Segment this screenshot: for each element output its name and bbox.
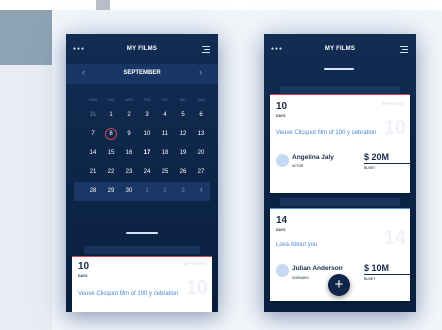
calendar-day[interactable]: 23 [120, 163, 138, 182]
calendar-day[interactable]: 16 [120, 144, 138, 163]
calendar-screen: ●●● MY FILMS ‹ SEPTEMBER › MON TUE WED THU F… [66, 34, 218, 312]
calendar-day[interactable]: 1 [102, 106, 120, 125]
calendar-day[interactable]: 28 [84, 182, 102, 201]
calendar-day[interactable]: 5 [174, 106, 192, 125]
calendar-day[interactable]: 2 [156, 182, 174, 201]
add-film-button[interactable]: + [328, 274, 350, 296]
days-label: DAYS [276, 228, 286, 232]
backdrop-grey-block [96, 0, 110, 10]
calendar-grid: 31 1 2 3 4 5 6 7 8 9 10 11 12 13 14 15 16 17 18 19 20 21 22 23 2… [84, 106, 210, 201]
filter-icon[interactable] [202, 46, 210, 53]
month-selector: ‹ SEPTEMBER › [66, 64, 218, 84]
days-watermark: 14 [383, 227, 406, 249]
calendar-day[interactable]: 26 [174, 163, 192, 182]
budget-amount: $ 10M [364, 263, 390, 273]
films-list-screen: ●●● MY FILMS 10 DAYS APPROVED 10 Veuve C… [264, 34, 416, 312]
screen-title: MY FILMS [324, 46, 356, 52]
status-badge: APPROVED [184, 262, 206, 266]
calendar-day[interactable]: 4 [156, 106, 174, 125]
calendar-day[interactable]: 4 [192, 182, 210, 201]
month-label: SEPTEMBER [123, 70, 161, 76]
stacked-card-shadow [84, 246, 200, 254]
stacked-card-shadow [280, 86, 400, 94]
days-count: 10 [78, 261, 90, 272]
calendar-day[interactable]: 29 [102, 182, 120, 201]
weekday-label: SUN [197, 98, 205, 102]
calendar-day[interactable]: 10 [138, 125, 156, 144]
weekday-label: TUE [107, 98, 115, 102]
days-watermark: 10 [383, 117, 406, 139]
weekday-label: MON [88, 98, 98, 102]
app-header: ●●● MY FILMS [264, 34, 416, 64]
calendar-day[interactable]: 9 [120, 125, 138, 144]
weekday-label: SAT [179, 98, 187, 102]
drag-handle[interactable] [324, 68, 354, 70]
weekday-label: FRI [162, 98, 168, 102]
calendar-day[interactable]: 19 [174, 144, 192, 163]
backdrop-top [0, 0, 442, 10]
calendar-day[interactable]: 7 [84, 125, 102, 144]
app-header: ●●● MY FILMS [66, 34, 218, 64]
calendar-day[interactable]: 6 [192, 106, 210, 125]
avatar [276, 264, 289, 277]
chevron-right-icon[interactable]: › [199, 68, 202, 77]
calendar-day[interactable]: 22 [102, 163, 120, 182]
calendar-day[interactable]: 3 [138, 106, 156, 125]
weekday-label: WED [124, 98, 134, 102]
screen-title: MY FILMS [126, 46, 158, 52]
film-card[interactable]: 10 DAYS APPROVED 10 Veuve Clicquot film … [72, 256, 212, 312]
days-watermark: 10 [185, 277, 208, 299]
weekday-label: THU [143, 98, 151, 102]
calendar-day[interactable]: 8 [102, 125, 120, 144]
days-count: 14 [276, 215, 288, 226]
calendar-day[interactable]: 30 [120, 182, 138, 201]
person-name: Julian Anderson [292, 265, 343, 272]
calendar-day[interactable]: 15 [102, 144, 120, 163]
film-title: Lova About you [276, 242, 318, 248]
film-title: Veuve Clicquot film of 100 y cebration [78, 291, 179, 297]
days-count: 10 [276, 101, 288, 112]
calendar-day[interactable]: 20 [192, 144, 210, 163]
person-role: SCENARIO [292, 276, 309, 280]
divider [364, 274, 410, 275]
divider [364, 163, 410, 164]
weekday-header: MON TUE WED THU FRI SAT SUN [84, 98, 210, 102]
calendar-day[interactable]: 25 [156, 163, 174, 182]
calendar-day[interactable]: 24 [138, 163, 156, 182]
stacked-card-shadow [280, 198, 400, 206]
calendar-day[interactable]: 21 [84, 163, 102, 182]
budget-label: BUGET [364, 277, 376, 281]
calendar-day[interactable]: 2 [120, 106, 138, 125]
drag-handle[interactable] [126, 232, 158, 234]
film-card[interactable]: 10 DAYS APPROVED 10 Veuve Clicquot film … [270, 94, 410, 193]
budget-amount: $ 20M [364, 152, 390, 162]
days-label: DAYS [276, 114, 286, 118]
calendar-day[interactable]: 17 [138, 144, 156, 163]
backdrop-left-block [0, 10, 52, 65]
person-role: ACTOR [292, 164, 304, 168]
film-title: Veuve Clicquot film of 100 y cebration [276, 130, 377, 136]
calendar-day[interactable]: 13 [192, 125, 210, 144]
days-label: DAYS [78, 274, 88, 278]
calendar-day[interactable]: 11 [156, 125, 174, 144]
calendar-day[interactable]: 3 [174, 182, 192, 201]
calendar-day[interactable]: 31 [84, 106, 102, 125]
calendar-day[interactable]: 14 [84, 144, 102, 163]
person-name: Angelina Jaly [292, 154, 334, 161]
calendar-day[interactable]: 18 [156, 144, 174, 163]
budget-label: BUGET [364, 166, 376, 170]
calendar-day[interactable]: 27 [192, 163, 210, 182]
filter-icon[interactable] [400, 46, 408, 53]
avatar [276, 154, 289, 167]
calendar-day[interactable]: 1 [138, 182, 156, 201]
calendar-day[interactable]: 12 [174, 125, 192, 144]
status-badge: APPROVED [382, 102, 404, 106]
